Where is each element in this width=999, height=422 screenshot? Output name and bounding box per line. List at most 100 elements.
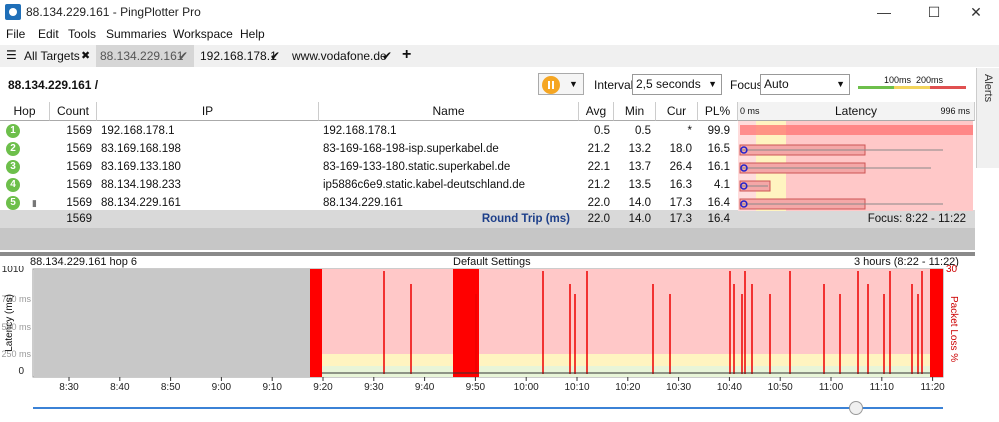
cell-avg: 21.2	[587, 143, 610, 155]
col-avg[interactable]: Avg	[579, 102, 614, 121]
app-logo-icon	[5, 4, 21, 20]
col-ip[interactable]: IP	[97, 102, 319, 121]
alerts-label: Alerts	[982, 74, 994, 103]
x-axis-ticks: 8:30 8:40 8:50 9:00 9:10 9:20 9:30 9:40 9:50 10:0…	[59, 377, 945, 393]
cell-min: 13.2	[628, 143, 651, 155]
col-count[interactable]: Count	[50, 102, 97, 121]
cell-cur: *	[687, 125, 692, 137]
interval-select[interactable]: 2,5 seconds ▼	[632, 74, 722, 95]
cell-pl: 4.1	[714, 179, 730, 191]
cell-ip: 88.134.198.233	[101, 179, 181, 191]
cell-count: 1569	[66, 125, 92, 137]
cell-pl: 16.5	[707, 143, 730, 155]
hop-number-badge: 3	[6, 160, 20, 174]
menu-tools[interactable]: Tools	[68, 27, 96, 41]
table-row[interactable]: 2 1569 83.169.168.198 83-169-168-198-isp.su…	[0, 140, 738, 158]
loss-block	[453, 269, 479, 377]
target-tab-bar: ☰ All Targets ✖ 88.134.229.161 ✔ 192.168…	[0, 45, 999, 67]
col-min[interactable]: Min	[614, 102, 656, 121]
chevron-down-icon: ▼	[836, 79, 845, 89]
ok-band	[310, 366, 943, 377]
tab-www-vodafone-de[interactable]: www.vodafone.de ✔	[288, 45, 400, 67]
time-scroll-track[interactable]	[33, 407, 943, 409]
scale-100ms: 100ms	[884, 75, 912, 85]
x-tick-label: 10:10	[564, 382, 589, 393]
check-icon: ✔	[382, 49, 393, 63]
x-tick-label: 9:00	[212, 382, 232, 393]
cell-ip: 83.169.133.180	[101, 161, 181, 173]
x-tick-label: 10:30	[666, 382, 691, 393]
menu-workspace[interactable]: Workspace	[173, 27, 233, 41]
time-scroll-thumb[interactable]	[849, 401, 863, 415]
pause-icon[interactable]	[542, 76, 560, 94]
tab-88-134-229-161[interactable]: 88.134.229.161 ✔	[96, 45, 194, 67]
hamburger-icon[interactable]: ☰	[6, 48, 17, 62]
latency-min-label: 0 ms	[740, 106, 760, 116]
cell-min: 0.5	[635, 125, 651, 137]
target-header: 88.134.229.161 / ▼ Interval 2,5 seconds …	[0, 70, 975, 100]
cell-pl: 16.1	[707, 161, 730, 173]
cell-count: 1569	[66, 143, 92, 155]
summary-focus-range: Focus: 8:22 - 11:22	[867, 213, 966, 225]
alerts-side-tab[interactable]: Alerts	[976, 68, 999, 168]
x-tick-label: 11:10	[870, 382, 895, 393]
close-window-button[interactable]: ✕	[953, 0, 999, 24]
x-tick-label: 9:20	[313, 382, 333, 393]
x-tick-label: 10:00	[514, 382, 539, 393]
x-tick-label: 8:40	[110, 382, 130, 393]
menu-edit[interactable]: Edit	[38, 27, 59, 41]
cell-name: 83-169-133-180.static.superkabel.de	[323, 161, 511, 173]
table-row[interactable]: 3 1569 83.169.133.180 83-169-133-180.static…	[0, 158, 738, 176]
col-name[interactable]: Name	[319, 102, 579, 121]
hop1-loss-bar	[740, 125, 973, 135]
menu-summaries[interactable]: Summaries	[106, 27, 167, 41]
hop-number-badge: 2	[6, 142, 20, 156]
minimize-button[interactable]: —	[861, 0, 907, 24]
table-row[interactable]: 1 1569 192.168.178.1 192.168.178.1 0.5 0.5 * 99…	[0, 122, 738, 140]
col-hop[interactable]: Hop	[0, 102, 50, 121]
loss-block	[310, 269, 322, 377]
cell-name: ip5886c6e9.static.kabel-deutschland.de	[323, 179, 526, 191]
cell-pl: 99.9	[707, 125, 730, 137]
time-graph[interactable]: 8:30 8:40 8:50 9:00 9:10 9:20 9:30 9:40 9:50 10:0…	[0, 266, 975, 396]
title-bar: 88.134.229.161 - PingPlotter Pro — ☐ ✕	[0, 0, 999, 24]
x-tick-label: 9:40	[415, 382, 435, 393]
add-tab-button[interactable]: +	[402, 46, 411, 64]
latency-color-scale: 100ms 200ms	[858, 75, 966, 89]
chevron-down-icon: ▼	[708, 79, 717, 89]
x-tick-label: 9:10	[262, 382, 282, 393]
y-tick-label: 1010	[2, 266, 25, 275]
loss-block	[930, 269, 943, 377]
cell-cur: 18.0	[669, 143, 692, 155]
col-pl[interactable]: PL%	[698, 102, 738, 121]
cell-name: 83-169-168-198-isp.superkabel.de	[323, 143, 499, 155]
no-data-region	[34, 269, 310, 377]
pause-control[interactable]: ▼	[538, 73, 584, 95]
cell-cur: 16.3	[669, 179, 692, 191]
hop-latency-graph	[738, 121, 973, 211]
focus-select[interactable]: Auto ▼	[760, 74, 850, 95]
y2-axis-top: 30	[946, 264, 958, 275]
scale-red	[930, 86, 966, 89]
menu-file[interactable]: File	[6, 27, 25, 41]
chevron-down-icon[interactable]: ▼	[569, 79, 578, 89]
table-row[interactable]: 4 1569 88.134.198.233 ip5886c6e9.static.kab…	[0, 176, 738, 194]
cell-count: 1569	[66, 179, 92, 191]
summary-cur: 17.3	[669, 213, 692, 225]
tab-all-targets[interactable]: All Targets ✖	[20, 45, 96, 67]
close-tab-icon[interactable]: ✖	[81, 45, 90, 67]
x-tick-label: 8:50	[161, 382, 181, 393]
cell-ip: 83.169.168.198	[101, 143, 181, 155]
focus-label: Focus	[730, 78, 763, 92]
cell-avg: 22.1	[587, 161, 610, 173]
tab-192-168-178-1[interactable]: 192.168.178.1 ✔	[196, 45, 286, 67]
interval-label: Interval	[594, 78, 634, 92]
check-icon: ✔	[270, 49, 281, 63]
menu-help[interactable]: Help	[240, 27, 265, 41]
cell-name: 192.168.178.1	[323, 125, 397, 137]
col-cur[interactable]: Cur	[656, 102, 698, 121]
x-tick-label: 9:50	[466, 382, 486, 393]
cell-avg: 21.2	[587, 179, 610, 191]
col-latency[interactable]: 0 ms Latency 996 ms	[738, 102, 975, 121]
maximize-button[interactable]: ☐	[911, 0, 957, 24]
